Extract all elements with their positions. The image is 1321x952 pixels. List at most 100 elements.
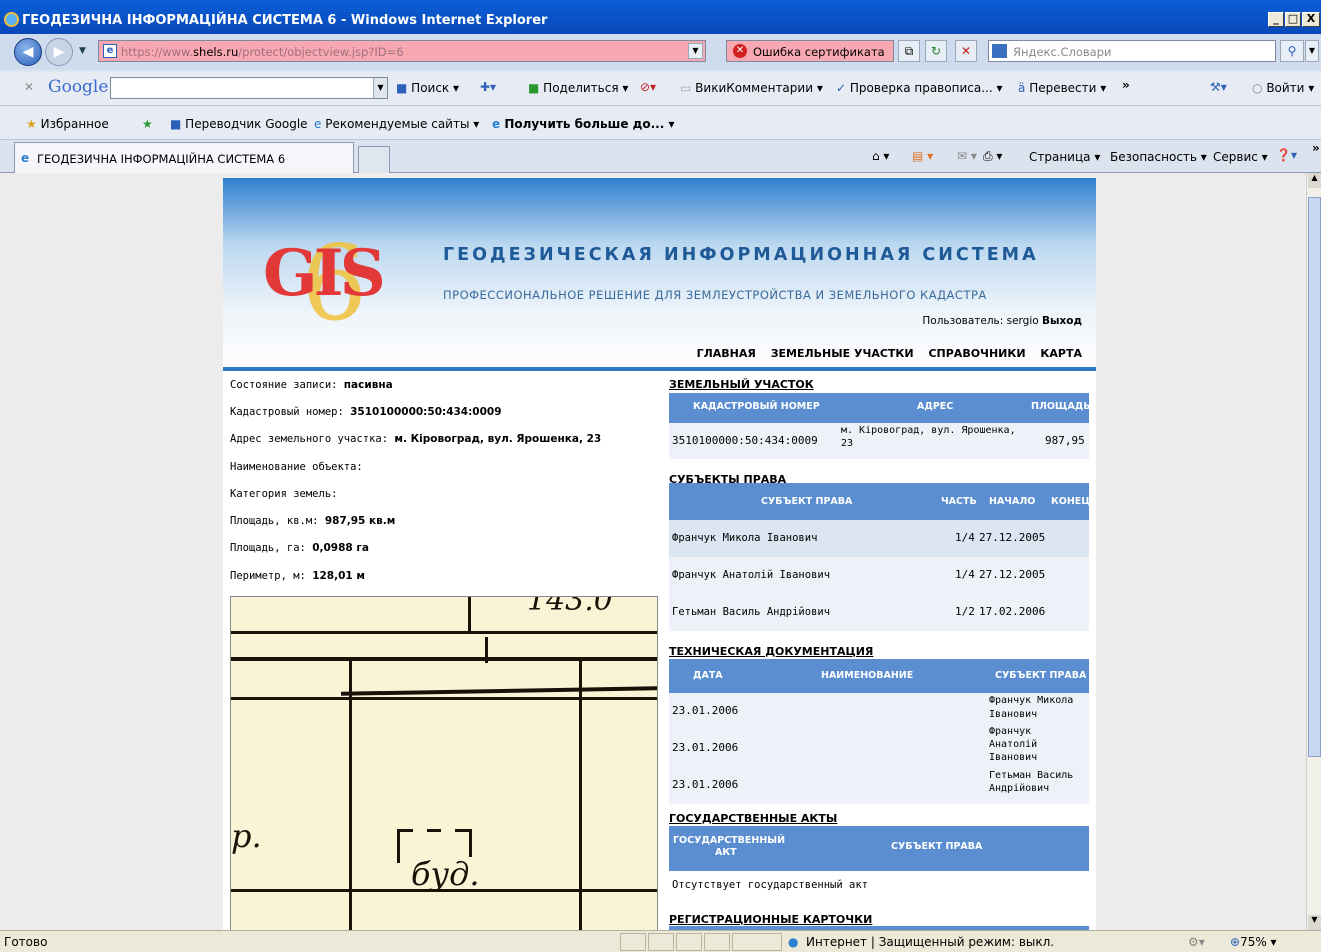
cell-date: 23.01.2006 (672, 778, 739, 791)
menu-reference[interactable]: СПРАВОЧНИКИ (928, 347, 1025, 360)
status-segment (704, 933, 730, 951)
login-button[interactable]: ○ Войти ▾ (1252, 81, 1314, 95)
refresh-icon[interactable]: ↻ (925, 40, 947, 62)
back-button[interactable]: ◀ (14, 38, 42, 66)
google-search-button[interactable]: ■ Поиск ▾ (396, 81, 459, 95)
acts-section-title: ГОСУДАРСТВЕННЫЕ АКТЫ (669, 812, 838, 825)
main-menu: ГЛАВНАЯ ЗЕМЕЛЬНЫЕ УЧАСТКИ СПРАВОЧНИКИ КА… (686, 347, 1082, 360)
tools-menu[interactable]: Сервис ▾ (1213, 150, 1268, 164)
scroll-down-icon[interactable]: ▼ (1308, 915, 1321, 930)
overflow-chevron-icon[interactable]: » (1312, 141, 1320, 155)
fav-item-more[interactable]: e Получить больше до... ▾ (492, 117, 674, 131)
table-row[interactable]: 3510100000:50:434:0009 м. Кіровоград, ву… (669, 423, 1089, 459)
spellcheck-button[interactable]: ✓ Проверка правописа... ▾ (836, 81, 1002, 95)
forward-button[interactable]: ▶ (45, 38, 73, 66)
menu-home[interactable]: ГЛАВНАЯ (697, 347, 756, 360)
cell-subject: Гетьман Василь (989, 770, 1074, 781)
google-logo: Google (48, 77, 109, 97)
translate-icon: ä (1018, 81, 1026, 95)
add-favorite-icon[interactable]: ★ (142, 117, 153, 131)
cell-area: 987,95 (1045, 434, 1085, 447)
field-cadastre: Кадастровый номер: 3510100000:50:434:000… (230, 406, 502, 418)
page-menu[interactable]: Страница ▾ (1029, 150, 1100, 164)
plus-icon[interactable]: ✚▾ (480, 80, 496, 94)
new-tab-button[interactable] (358, 146, 390, 173)
cell-date: 23.01.2006 (672, 741, 739, 754)
search-icon[interactable]: ⚲ (1280, 40, 1304, 62)
address-bar[interactable]: e https://www.shels.ru/protect/objectvie… (98, 40, 706, 62)
fav-item-translator[interactable]: ■ Переводчик Google (170, 117, 308, 131)
subjects-table-header: СУБЪЕКТ ПРАВА ЧАСТЬ НАЧАЛО КОНЕЦ (669, 483, 1091, 520)
menu-map[interactable]: КАРТА (1040, 347, 1082, 360)
tab-active[interactable]: e ГЕОДЕЗИЧНА ІНФОРМАЦІЙНА СИСТЕМА 6 (14, 142, 354, 173)
acts-table-header: ГОСУДАРСТВЕННЫЙ АКТ СУБЪЕКТ ПРАВА (669, 826, 1089, 871)
site-logo[interactable]: GIS (263, 236, 386, 311)
map-label-left: р. (231, 817, 262, 855)
share-label: Поделиться (543, 81, 619, 95)
feeds-icon[interactable]: ▤ ▾ (912, 149, 933, 163)
share-button[interactable]: ■ Поделиться ▾ (528, 81, 628, 95)
close-toolbar-icon[interactable]: ✕ (24, 80, 34, 94)
certificate-error-button[interactable]: ✕ Ошибка сертификата (726, 40, 894, 62)
col-cadastre: КАДАСТРОВЫЙ НОМЕР (693, 401, 820, 412)
table-row[interactable]: Франчук Анатолій Іванович 1/4 27.12.2005 (669, 557, 1089, 594)
close-button[interactable]: X (1302, 12, 1320, 27)
maximize-button[interactable]: □ (1285, 12, 1301, 27)
ie-icon: e (314, 117, 322, 131)
table-row[interactable]: Франчук Микола Іванович 1/4 27.12.2005 (669, 520, 1089, 557)
vertical-scrollbar[interactable]: ▲ ▼ (1306, 173, 1321, 930)
translate-button[interactable]: ä Перевести ▾ (1018, 81, 1106, 95)
parcel-map[interactable]: 143.0 р. буд. (230, 596, 658, 930)
wrench-icon[interactable]: ⚒▾ (1210, 80, 1227, 94)
help-icon[interactable]: ❓▾ (1276, 148, 1297, 162)
google-search-input[interactable]: ▼ (110, 77, 388, 99)
search-options-icon[interactable]: ▼ (1305, 40, 1319, 62)
zoom-level: 75% (1240, 935, 1267, 949)
table-row[interactable]: 23.01.2006 Гетьман Василь Андрійович (669, 767, 1089, 804)
favorites-button[interactable]: ★ Избранное (26, 117, 109, 131)
col-end: КОНЕЦ (1051, 496, 1091, 507)
url-dropdown-icon[interactable]: ▼ (688, 43, 703, 59)
popup-blocker-icon[interactable]: ⊘▾ (640, 80, 656, 94)
fav-item-suggested[interactable]: e Рекомендуемые сайты ▾ (314, 117, 479, 131)
cell-subject: Франчук Микола (989, 695, 1074, 706)
table-row[interactable]: 23.01.2006 Франчук Анатолій Іванович (669, 726, 1089, 767)
overflow-chevron-icon[interactable]: » (1122, 78, 1130, 92)
protected-mode-icon[interactable]: ⚙▾ (1188, 935, 1205, 949)
zoom-control[interactable]: ⊕75% ▾ (1230, 935, 1277, 949)
cert-error-label: Ошибка сертификата (753, 45, 885, 59)
table-row[interactable]: 23.01.2006 Франчук Микола Іванович (669, 693, 1089, 730)
security-zone[interactable]: Интернет | Защищенный режим: выкл. (806, 935, 1054, 949)
site-banner: 6 GIS ГЕОДЕЗИЧЕСКАЯ ИНФОРМАЦИОННАЯ СИСТЕ… (223, 178, 1096, 370)
minimize-button[interactable]: _ (1268, 12, 1284, 27)
status-segment (648, 933, 674, 951)
status-bar: Готово ● Интернет | Защищенный режим: вы… (0, 930, 1321, 952)
header-divider (223, 367, 1096, 371)
safety-menu[interactable]: Безопасность ▾ (1110, 150, 1207, 164)
menu-parcels[interactable]: ЗЕМЕЛЬНЫЕ УЧАСТКИ (771, 347, 914, 360)
field-object-name: Наименование объекта: (230, 461, 363, 473)
search-box[interactable]: Яндекс.Словари (988, 40, 1276, 62)
acts-empty-message: Отсутствует государственный акт (672, 879, 868, 891)
mail-icon[interactable]: ✉ ▾ (957, 149, 977, 163)
home-icon[interactable]: ⌂ ▾ (872, 149, 889, 163)
login-label: Войти (1266, 81, 1305, 95)
wiki-button[interactable]: ▭ ВикиКомментарии ▾ (680, 81, 823, 95)
col-subject: СУБЪЕКТ ПРАВА (995, 670, 1087, 681)
cell-address: м. Кіровоград, вул. Ярошенка, (841, 425, 1016, 436)
cell-subject-cont: Іванович (989, 709, 1038, 720)
stop-icon[interactable]: ✕ (955, 40, 977, 62)
ie-icon: e (21, 151, 30, 165)
history-dropdown-icon[interactable]: ▼ (79, 46, 86, 56)
logout-link[interactable]: Выход (1042, 315, 1082, 327)
table-row[interactable]: Гетьман Василь Андрійович 1/2 17.02.2006 (669, 594, 1089, 631)
cell-subject: Франчук Микола Іванович (672, 532, 818, 544)
cell-part: 1/2 (955, 605, 975, 618)
print-icon[interactable]: ⎙ ▾ (983, 149, 1002, 164)
compat-view-icon[interactable]: ⧉ (898, 40, 920, 62)
url-text: https://www.shels.ru/protect/objectview.… (121, 45, 404, 59)
scroll-thumb[interactable] (1308, 197, 1321, 757)
chevron-down-icon[interactable]: ▼ (373, 78, 387, 98)
scroll-up-icon[interactable]: ▲ (1308, 173, 1321, 188)
favorites-label: Избранное (40, 117, 109, 131)
